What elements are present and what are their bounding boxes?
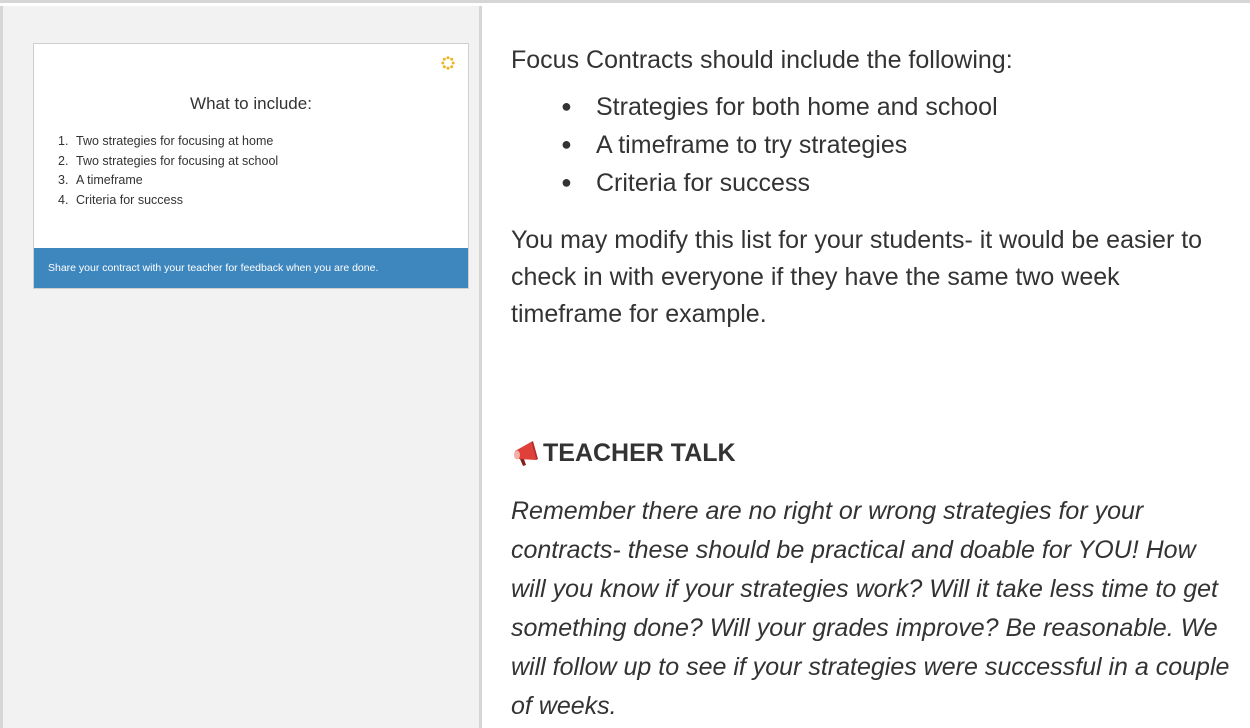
list-item: 3. A timeframe (58, 173, 143, 187)
slide-thumbnail[interactable]: What to include: 1. Two strategies for fo… (33, 43, 469, 289)
list-item: ● A timeframe to try strategies (561, 126, 998, 164)
megaphone-icon (514, 441, 538, 466)
bullet-list: ● Strategies for both home and school ● A … (561, 88, 998, 202)
intro-text: Focus Contracts should include the follo… (511, 46, 1013, 74)
bullet-icon: ● (561, 96, 572, 116)
list-item: ● Criteria for success (561, 164, 998, 202)
bullet-icon: ● (561, 172, 572, 192)
modify-note: You may modify this list for your studen… (511, 226, 1203, 328)
loading-spinner-icon (441, 56, 455, 70)
page-frame: What to include: 1. Two strategies for fo… (0, 0, 1250, 728)
slide-list: 1. Two strategies for focusing at home 2.… (58, 132, 278, 210)
list-item: 4. Criteria for success (58, 192, 183, 207)
slide-footer-banner: Share your contract with your teacher fo… (34, 248, 468, 288)
list-item: 1. Two strategies for focusing at home (58, 134, 274, 148)
teacher-talk-heading: TEACHER TALK (511, 438, 736, 468)
slide-panel: What to include: 1. Two strategies for fo… (0, 6, 482, 728)
list-item: ● Strategies for both home and school (561, 88, 998, 126)
slide-title: What to include: (190, 94, 312, 113)
teacher-talk-body: Remember there are no right or wrong str… (511, 497, 1230, 720)
list-item: 2. Two strategies for focusing at school (58, 153, 279, 168)
bullet-icon: ● (561, 134, 572, 154)
